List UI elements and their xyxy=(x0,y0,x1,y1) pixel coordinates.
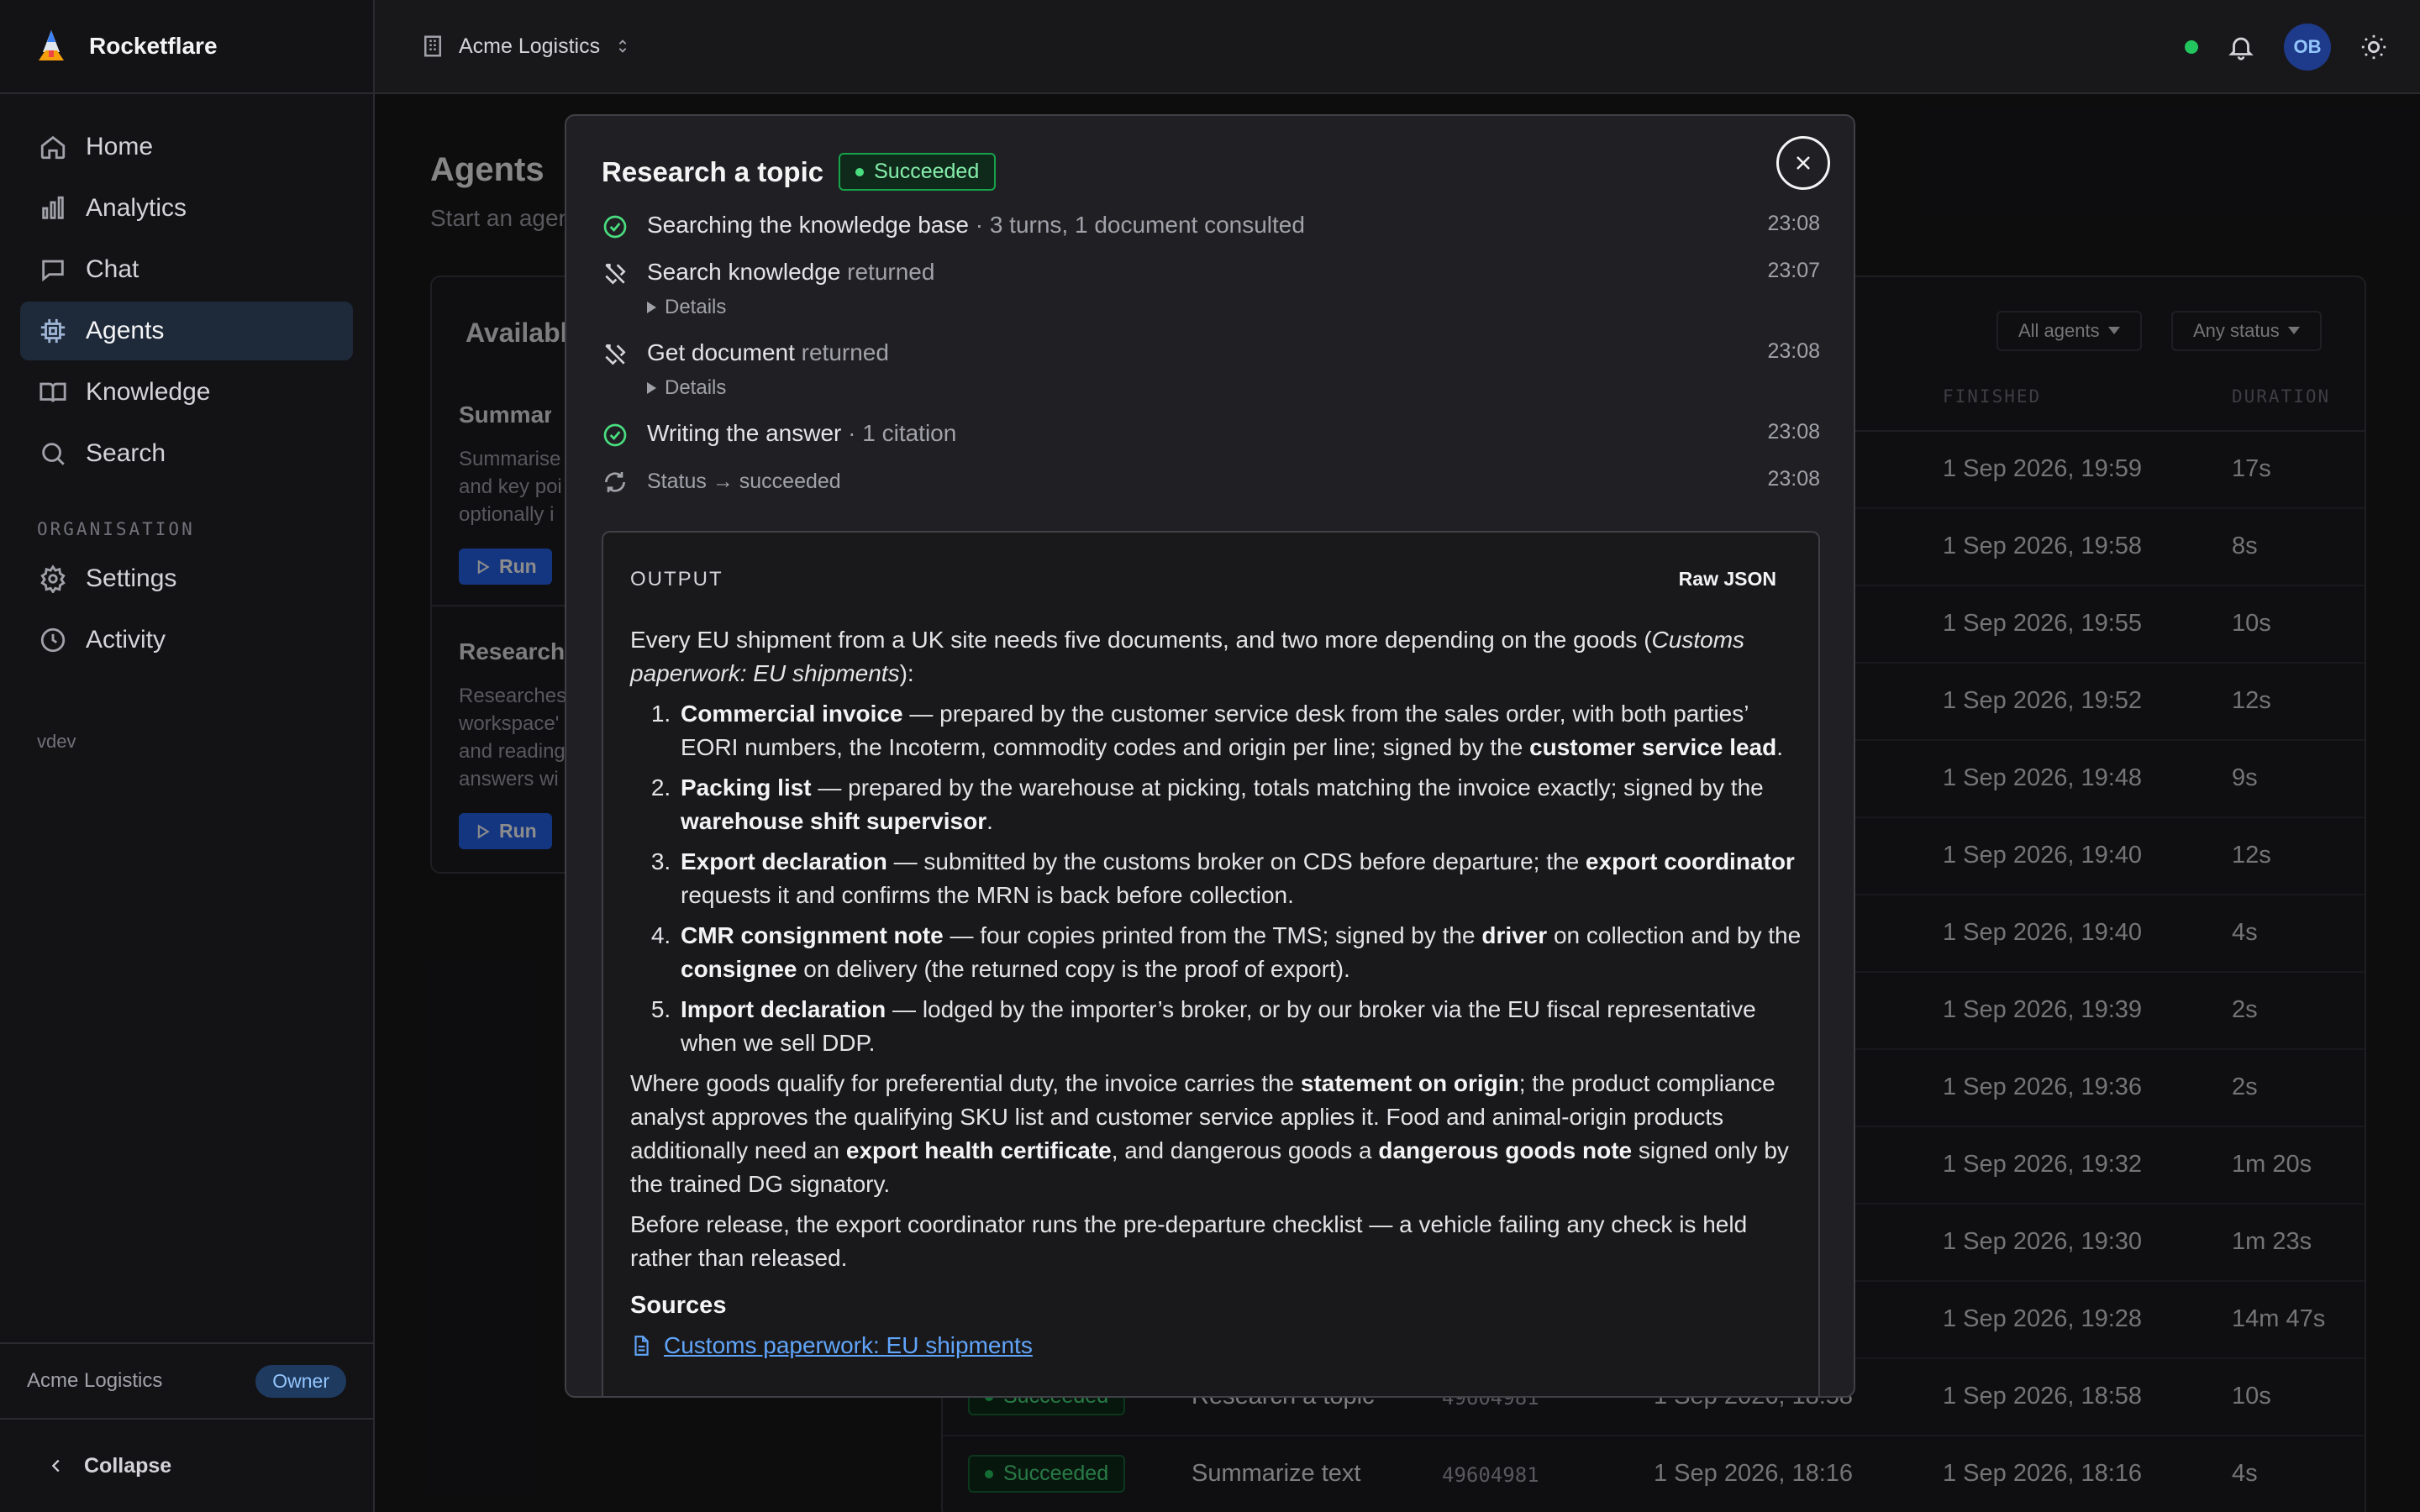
brand[interactable]: Rocketflare xyxy=(0,0,373,94)
connection-status-dot xyxy=(2185,40,2198,54)
rocket-logo-icon xyxy=(39,30,64,60)
status-dot xyxy=(855,167,865,176)
avatar[interactable]: OB xyxy=(2284,24,2331,71)
collapse-label: Collapse xyxy=(84,1453,172,1478)
document-list: Commercial invoice — prepared by the cus… xyxy=(630,697,1807,1060)
check-circle-icon xyxy=(602,422,629,449)
raw-json-button[interactable]: Raw JSON xyxy=(1679,568,1776,591)
step-time: 23:08 xyxy=(1767,212,1820,235)
triangle-right-icon xyxy=(647,382,656,394)
tools-icon xyxy=(602,260,629,287)
sun-icon[interactable] xyxy=(2360,33,2388,61)
bell-icon[interactable] xyxy=(2227,33,2255,61)
output-paragraph: Before release, the export coordinator r… xyxy=(630,1211,1748,1271)
tools-icon xyxy=(602,341,629,368)
bar-chart-icon xyxy=(42,196,64,219)
step-label: Status → succeeded xyxy=(647,470,841,493)
triangle-right-icon xyxy=(647,302,656,313)
chevron-up-down-icon xyxy=(618,39,627,53)
environment-label: vdev xyxy=(37,731,76,752)
org-footer[interactable]: Acme Logistics Owner xyxy=(0,1342,373,1418)
nav-label: Chat xyxy=(86,255,139,283)
home-icon xyxy=(40,135,66,160)
nav-item-settings[interactable]: Settings xyxy=(20,549,353,608)
output-paragraph: Every EU shipment from a UK site needs f… xyxy=(630,627,1745,686)
sidebar: Rocketflare Home Analytics Chat Agents K… xyxy=(0,0,375,1512)
list-item: Import declaration — lodged by the impor… xyxy=(677,993,1807,1060)
nav-item-knowledge[interactable]: Knowledge xyxy=(20,363,353,422)
output-heading: OUTPUT xyxy=(630,568,723,591)
step-label: Writing the answer · 1 citation xyxy=(647,420,957,446)
org-name: Acme Logistics xyxy=(27,1369,163,1392)
details-toggle[interactable]: Details xyxy=(647,296,726,319)
close-button[interactable] xyxy=(1776,136,1830,190)
building-icon xyxy=(424,35,441,57)
org-switcher[interactable]: Acme Logistics xyxy=(420,34,632,59)
close-icon xyxy=(1797,156,1810,170)
main-nav: Home Analytics Chat Agents Knowledge Sea… xyxy=(0,94,373,483)
refresh-icon xyxy=(602,469,629,496)
check-circle-icon xyxy=(602,213,629,240)
modal-title: Research a topic xyxy=(602,155,824,187)
step-time: 23:07 xyxy=(1767,259,1820,282)
nav-label: Activity xyxy=(86,626,166,654)
step-time: 23:08 xyxy=(1767,420,1820,444)
section-label-organisation: ORGANISATION xyxy=(37,519,195,539)
nav-label: Knowledge xyxy=(86,378,211,406)
output-panel: OUTPUT Raw JSON Every EU shipment from a… xyxy=(602,531,1820,1396)
details-toggle[interactable]: Details xyxy=(647,376,726,400)
status-badge: Succeeded xyxy=(839,153,997,191)
nav-item-agents[interactable]: Agents xyxy=(20,302,353,360)
clock-icon xyxy=(40,627,66,653)
step-label: Get document returned xyxy=(647,339,889,365)
modal-header: Research a topic Succeeded xyxy=(602,153,997,191)
nav-item-activity[interactable]: Activity xyxy=(20,611,353,669)
step-label: Searching the knowledge base · 3 turns, … xyxy=(647,212,1305,238)
list-item: Export declaration — submitted by the cu… xyxy=(677,845,1807,912)
source-link[interactable]: Customs paperwork: EU shipments xyxy=(630,1329,1807,1362)
step-time: 23:08 xyxy=(1767,339,1820,363)
nav-item-analytics[interactable]: Analytics xyxy=(20,179,353,238)
nav-item-home[interactable]: Home xyxy=(20,118,353,176)
list-item: CMR consignment note — four copies print… xyxy=(677,919,1807,986)
sources-title: Sources xyxy=(630,1292,727,1319)
topbar: Acme Logistics OB xyxy=(375,0,2420,94)
nav-label: Agents xyxy=(86,317,165,344)
status-label: Succeeded xyxy=(874,160,980,183)
book-icon xyxy=(39,382,66,402)
nav-label: Analytics xyxy=(86,194,187,222)
list-item: Packing list — prepared by the warehouse… xyxy=(677,771,1807,838)
output-paragraph: Where goods qualify for preferential dut… xyxy=(630,1070,1789,1197)
gear-icon xyxy=(40,564,66,593)
nav-label: Search xyxy=(86,439,166,467)
app-name: Rocketflare xyxy=(89,33,218,59)
list-item: Commercial invoice — prepared by the cus… xyxy=(677,697,1807,764)
chevron-left-icon xyxy=(51,1459,60,1473)
nav-label: Settings xyxy=(86,564,177,592)
cpu-icon xyxy=(40,318,66,344)
nav-item-search[interactable]: Search xyxy=(20,424,353,483)
step-label: Search knowledge returned xyxy=(647,259,935,285)
collapse-button[interactable]: Collapse xyxy=(0,1418,373,1512)
nav-item-chat[interactable]: Chat xyxy=(20,240,353,299)
step-time: 23:08 xyxy=(1767,467,1820,491)
topbar-actions: OB xyxy=(2185,0,2388,94)
org-nav: Settings Activity xyxy=(0,549,373,669)
output-body: Every EU shipment from a UK site needs f… xyxy=(630,623,1807,1362)
run-detail-modal: Research a topic Succeeded Searching the… xyxy=(565,114,1855,1398)
org-switcher-label: Acme Logistics xyxy=(459,34,601,58)
chat-icon xyxy=(42,260,64,282)
role-badge: Owner xyxy=(255,1364,346,1398)
search-icon xyxy=(42,443,65,465)
nav-label: Home xyxy=(86,133,154,160)
document-icon xyxy=(634,1336,649,1356)
